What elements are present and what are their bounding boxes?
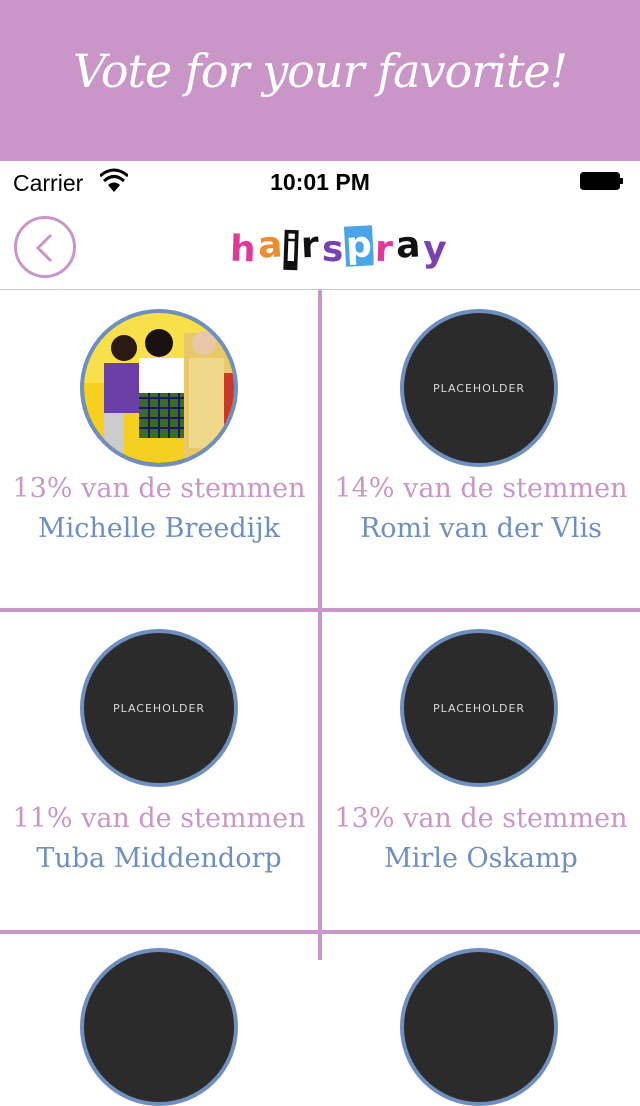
contestant-card[interactable]: PLACEHOLDER 11% van de stemmen Tuba Midd… <box>0 612 318 932</box>
contestant-name: Romi van der Vlis <box>359 513 603 544</box>
logo-letter: r <box>373 228 395 271</box>
contestant-photo <box>80 309 238 467</box>
contestant-card[interactable]: PLACEHOLDER 13% van de stemmen Mirle Osk… <box>322 612 640 932</box>
contestant-name: Michelle Breedijk <box>38 513 280 544</box>
cast-photo-image <box>84 313 234 463</box>
placeholder-text: PLACEHOLDER <box>112 701 206 715</box>
logo-letter: i <box>283 228 300 271</box>
vote-percentage: 13% van de stemmen <box>12 473 306 504</box>
logo-letter: a <box>393 224 422 267</box>
logo-letter: a <box>256 224 285 267</box>
contestant-name: Tuba Middendorp <box>36 843 282 874</box>
logo-letter: s <box>319 228 345 271</box>
vote-percentage: 14% van de stemmen <box>334 473 628 504</box>
contestant-photo: PLACEHOLDER <box>80 629 238 787</box>
chevron-left-icon <box>35 233 53 263</box>
logo-letter: y <box>421 228 448 271</box>
logo-letter: h <box>227 228 257 271</box>
vote-percentage: 11% van de stemmen <box>12 803 306 834</box>
contestant-card[interactable]: 13% van de stemmen Michelle Breedijk <box>0 290 318 610</box>
logo-letter: r <box>298 224 321 267</box>
banner: Vote for your favorite! <box>0 0 640 161</box>
vote-percentage: 13% van de stemmen <box>334 803 628 834</box>
status-time: 10:01 PM <box>270 169 370 195</box>
placeholder-text: PLACEHOLDER <box>432 701 526 715</box>
logo-letter: p <box>343 224 374 267</box>
contestant-card[interactable]: PLACEHOLDER 14% van de stemmen Romi van … <box>322 290 640 610</box>
placeholder-text: PLACEHOLDER <box>432 381 526 395</box>
battery-icon <box>580 172 623 190</box>
contestant-photo: PLACEHOLDER <box>400 629 558 787</box>
back-button[interactable] <box>14 216 76 278</box>
hairspray-logo: hairspray <box>227 222 448 271</box>
contestant-name: Mirle Oskamp <box>384 843 578 874</box>
banner-title: Vote for your favorite! <box>72 44 568 98</box>
contestant-photo-partial <box>400 948 558 1106</box>
contestant-photo-partial <box>80 948 238 1106</box>
contestant-photo: PLACEHOLDER <box>400 309 558 467</box>
